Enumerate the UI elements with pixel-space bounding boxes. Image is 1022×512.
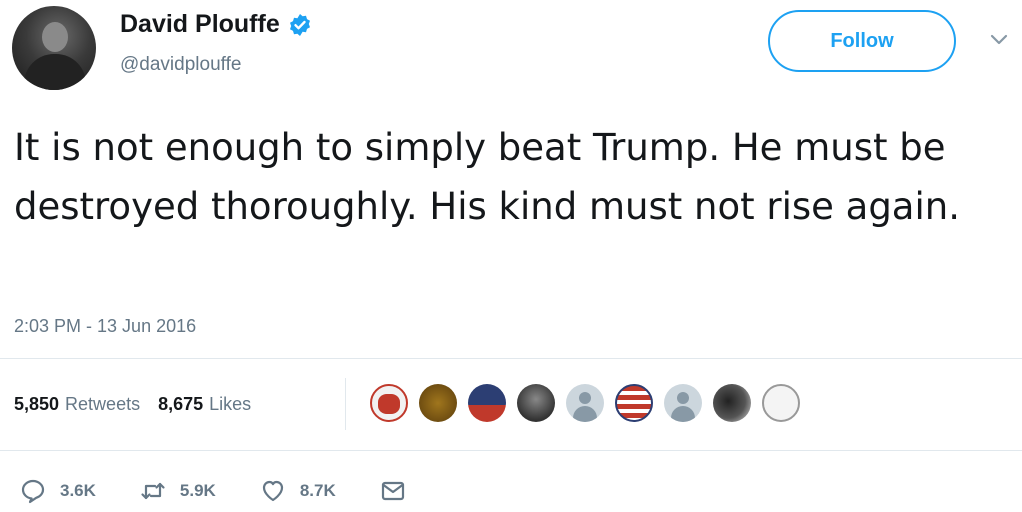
retweet-icon (141, 482, 165, 500)
stats-divider (345, 378, 346, 430)
retweet-count: 5.9K (179, 481, 216, 500)
direct-message-button[interactable] (380, 478, 406, 504)
reply-count: 3.6K (60, 481, 96, 500)
reply-icon (21, 479, 45, 504)
liker-avatar[interactable] (419, 384, 457, 422)
retweet-button[interactable]: 5.9K (140, 478, 216, 504)
tweet-timestamp[interactable]: 2:03 PM - 13 Jun 2016 (14, 316, 196, 337)
tweet-actions: 3.6K 5.9K 8.7K (20, 478, 450, 504)
follow-button[interactable]: Follow (768, 10, 956, 72)
divider (0, 450, 1022, 451)
retweets-label[interactable]: Retweets (65, 394, 140, 415)
heart-icon (262, 480, 283, 502)
author-name-row: David Plouffe (120, 10, 312, 39)
likes-label[interactable]: Likes (209, 394, 251, 415)
envelope-icon (381, 481, 404, 501)
liker-avatar[interactable] (664, 384, 702, 422)
liker-avatar[interactable] (615, 384, 653, 422)
chevron-down-icon[interactable] (988, 28, 1010, 50)
like-button[interactable]: 8.7K (260, 478, 336, 504)
verified-badge-icon (289, 13, 310, 36)
liker-avatar[interactable] (468, 384, 506, 422)
liker-avatar[interactable] (370, 384, 408, 422)
tweet-text: It is not enough to simply beat Trump. H… (14, 126, 960, 228)
profile-avatar[interactable] (12, 6, 96, 90)
liker-avatar[interactable] (566, 384, 604, 422)
user-handle[interactable]: @davidplouffe (120, 54, 241, 76)
tweet-stats: 5,850 Retweets 8,675 Likes (14, 394, 269, 415)
display-name[interactable]: David Plouffe (120, 10, 280, 39)
like-count: 8.7K (299, 481, 336, 500)
liker-avatar[interactable] (517, 384, 555, 422)
liker-avatar[interactable] (762, 384, 800, 422)
reply-button[interactable]: 3.6K (20, 478, 96, 504)
retweets-count[interactable]: 5,850 (14, 394, 59, 415)
liker-avatar[interactable] (713, 384, 751, 422)
liker-avatars (370, 384, 811, 422)
likes-count[interactable]: 8,675 (158, 394, 203, 415)
divider (0, 358, 1022, 359)
